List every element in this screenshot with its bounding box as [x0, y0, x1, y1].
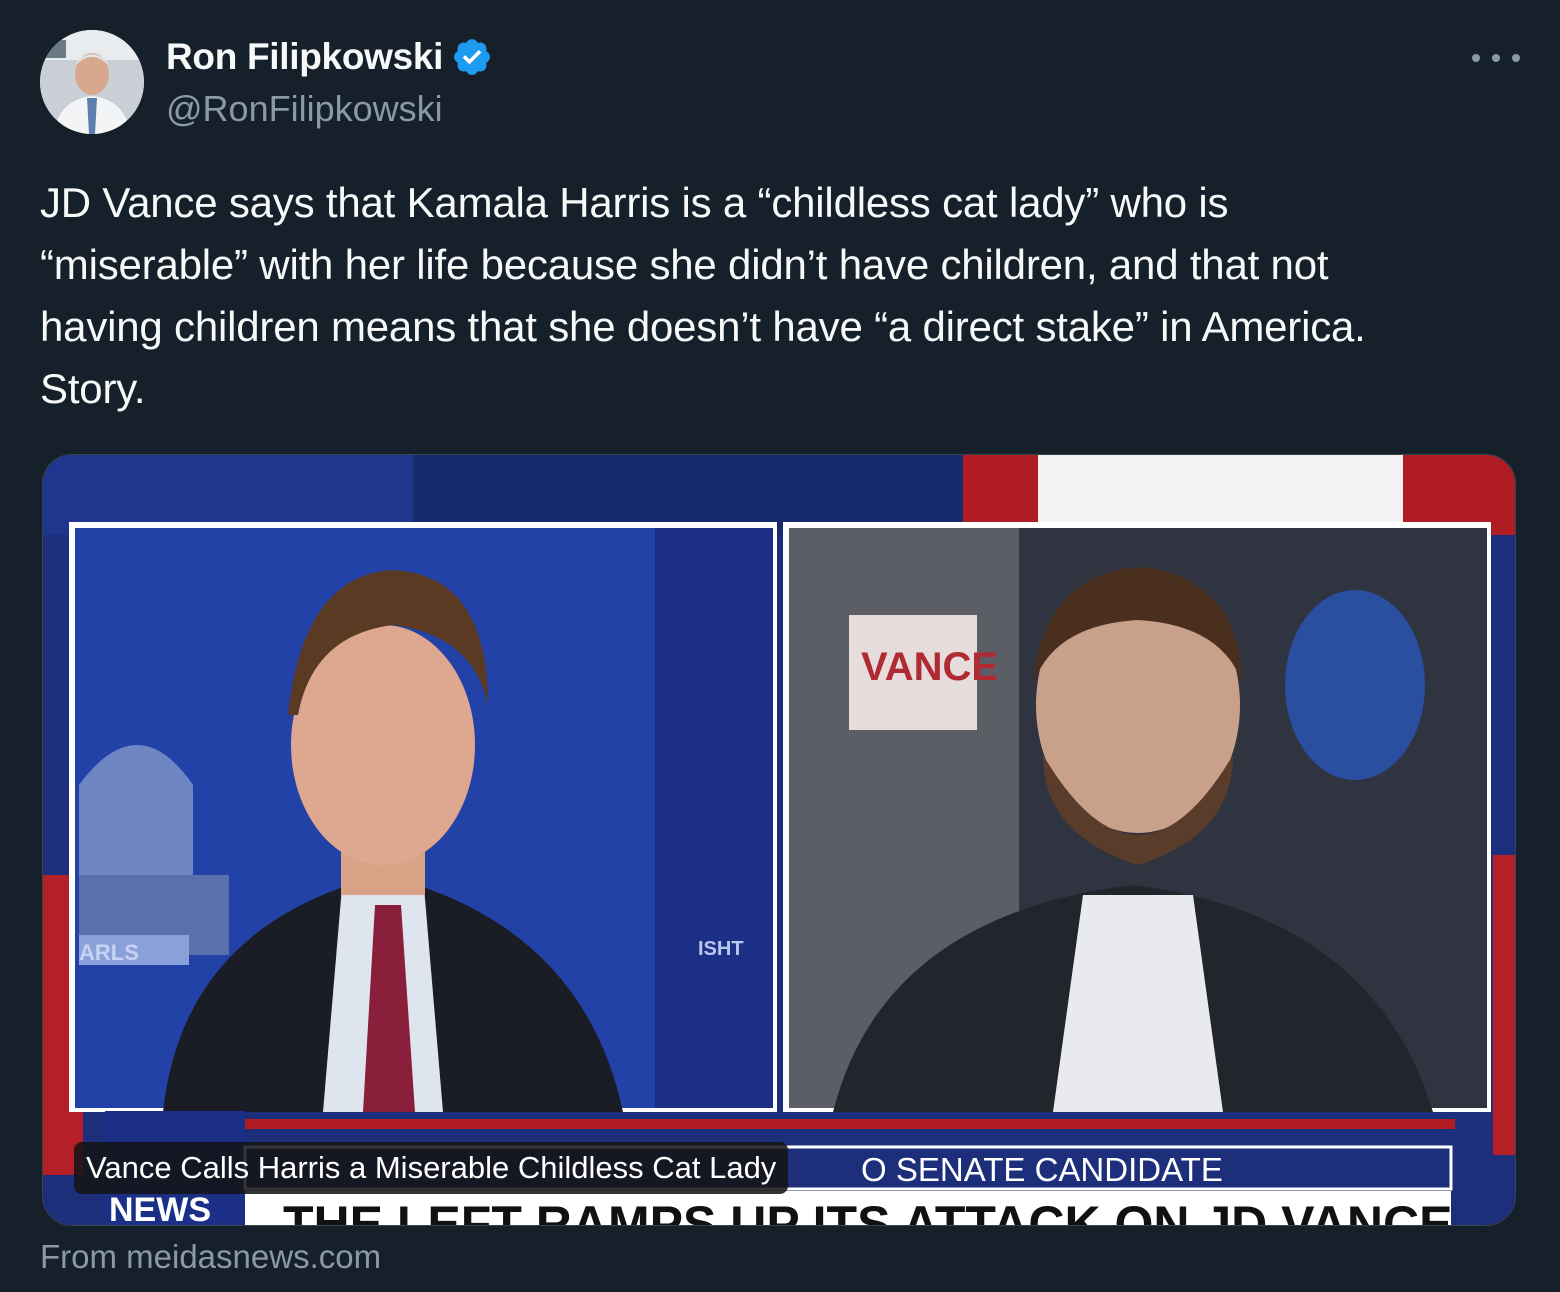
svg-text:ISHT: ISHT [698, 938, 744, 960]
video-thumbnail[interactable]: ARLS ISHT VANCE NEWS O SENATE CANDIDATE [42, 454, 1516, 1226]
chyron-bottom: THE LEFT RAMPS UP ITS ATTACK ON JD VANCE [283, 1196, 1452, 1226]
author-handle[interactable]: @RonFilipkowski [166, 88, 443, 130]
sign-text: VANCE [861, 645, 998, 689]
verified-badge-icon [454, 39, 491, 75]
more-dot [1472, 54, 1480, 62]
chyron-top: O SENATE CANDIDATE [861, 1151, 1223, 1188]
svg-text:ARLS: ARLS [79, 940, 139, 965]
video-caption[interactable]: Vance Calls Harris a Miserable Childless… [74, 1142, 789, 1194]
more-options-icon[interactable] [1472, 40, 1520, 76]
author-avatar[interactable] [40, 30, 144, 134]
author-name[interactable]: Ron Filipkowski [166, 36, 443, 78]
link-source[interactable]: From meidasnews.com [40, 1238, 381, 1276]
author-name-row[interactable]: Ron Filipkowski [166, 36, 493, 78]
video-frame: ARLS ISHT VANCE NEWS O SENATE CANDIDATE [43, 455, 1515, 1226]
more-dot [1492, 54, 1500, 62]
avatar-image [40, 30, 144, 134]
tweet-text: JD Vance says that Kamala Harris is a “c… [40, 179, 1366, 412]
news-logo-text: NEWS [109, 1191, 211, 1226]
more-dot [1512, 54, 1520, 62]
